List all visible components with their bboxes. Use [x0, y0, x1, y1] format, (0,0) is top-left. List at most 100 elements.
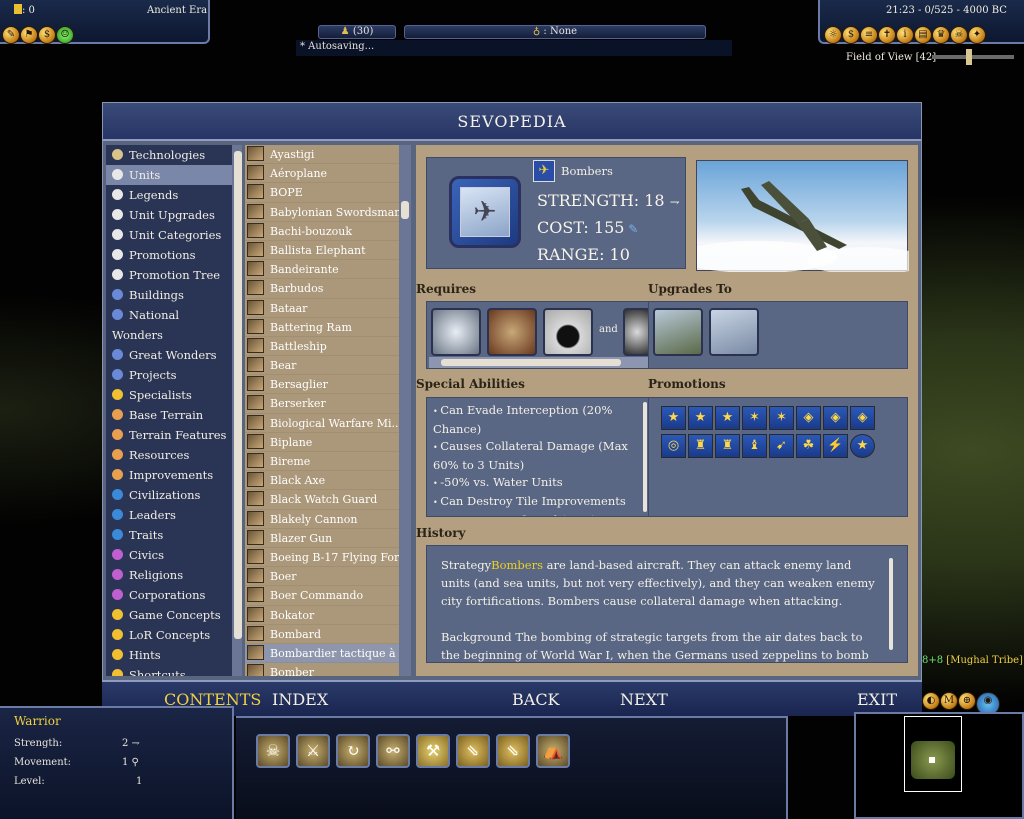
promotion-icon[interactable]: ★ [688, 406, 713, 430]
promotion-icon[interactable]: ★ [661, 406, 686, 430]
category-scroll-thumb[interactable] [234, 151, 242, 639]
upgrade-alt-icon[interactable]: ⇘ [496, 734, 530, 768]
unit-list-item[interactable]: Blazer Gun [245, 529, 399, 548]
category-civilizations[interactable]: Civilizations [106, 485, 232, 505]
bombers-link[interactable]: Bombers [491, 558, 543, 572]
grid-icon[interactable]: ⊕ [958, 692, 976, 710]
minimap-viewport[interactable] [904, 716, 962, 792]
category-hints[interactable]: Hints [106, 645, 232, 665]
history-scrollbar[interactable] [889, 558, 893, 650]
jet-engine-tech-icon[interactable] [431, 308, 481, 356]
diplomacy-icon[interactable]: ☺ [56, 26, 74, 44]
unit-list-item[interactable]: Bireme [245, 452, 399, 472]
score-toggle-icon[interactable]: M [940, 692, 958, 710]
sentry-icon[interactable]: ↻ [336, 734, 370, 768]
advisor-icon[interactable]: ✎ [2, 26, 20, 44]
promotion-icon[interactable]: ◈ [850, 406, 875, 430]
unit-list-item[interactable]: Berserker [245, 394, 399, 414]
unit-list-item[interactable]: Bombardier tactique à r... [245, 643, 399, 664]
unit-list-item[interactable]: Bataar [245, 299, 399, 318]
unit-list-item[interactable]: BOPE [245, 183, 399, 203]
unit-scroll-thumb[interactable] [401, 201, 409, 219]
research-status[interactable]: ♁ : None [404, 25, 706, 39]
unit-list-item[interactable]: Babylonian Swordsman [245, 203, 399, 222]
unit-list-item[interactable]: Boer [245, 567, 399, 587]
category-buildings[interactable]: Buildings [106, 285, 232, 305]
upgrade-icon[interactable]: ⇘ [456, 734, 490, 768]
exit-button[interactable]: EXIT [857, 690, 897, 709]
oil-resource-icon[interactable] [543, 308, 593, 356]
unit-list-item[interactable]: Bokator [245, 606, 399, 625]
promotion-icon[interactable]: ♜ [715, 434, 740, 458]
next-button[interactable]: NEXT [620, 690, 668, 709]
sevopedia-icon[interactable]: ▤ [914, 26, 932, 44]
unit-list-item[interactable]: Boeing B-17 Flying For... [245, 548, 399, 568]
unit-list-item[interactable]: Bombard [245, 625, 399, 644]
victory-icon[interactable]: ♛ [932, 26, 950, 44]
unit-list-item[interactable]: Ayastigi [245, 145, 399, 165]
explore-icon[interactable]: ⚯ [376, 734, 410, 768]
unit-scrollbar[interactable] [399, 145, 411, 676]
promotion-icon[interactable]: ☘ [796, 434, 821, 458]
disband-icon[interactable]: ⚔ [296, 734, 330, 768]
category-unit-upgrades[interactable]: Unit Upgrades [106, 205, 232, 225]
unit-list-item[interactable]: Barbudos [245, 279, 399, 299]
abilities-scrollbar[interactable] [643, 402, 647, 512]
stealth-bomber-upgrade-icon[interactable] [709, 308, 759, 356]
requires-scrollbar[interactable] [429, 357, 651, 368]
espionage-icon[interactable]: ☠ [950, 26, 968, 44]
promotion-icon[interactable]: ♝ [742, 434, 767, 458]
category-game-concepts[interactable]: Game Concepts [106, 605, 232, 625]
category-technologies[interactable]: Technologies [106, 145, 232, 165]
unit-list-item[interactable]: Bersaglier [245, 375, 399, 395]
category-promotion-tree[interactable]: Promotion Tree [106, 265, 232, 285]
category-wonders[interactable]: Wonders [106, 325, 232, 345]
promotion-icon[interactable]: ★ [850, 434, 875, 458]
info-icon[interactable]: i [896, 26, 914, 44]
promotion-icon[interactable]: ★ [715, 406, 740, 430]
category-religions[interactable]: Religions [106, 565, 232, 585]
unit-list-item[interactable]: Ballista Elephant [245, 241, 399, 261]
category-specialists[interactable]: Specialists [106, 385, 232, 405]
category-units[interactable]: Units [106, 165, 232, 185]
category-projects[interactable]: Projects [106, 365, 232, 385]
promotion-icon[interactable]: ✶ [769, 406, 794, 430]
category-resources[interactable]: Resources [106, 445, 232, 465]
category-shortcuts[interactable]: Shortcuts [106, 665, 232, 676]
unit-list-item[interactable]: Biological Warfare Mi... [245, 414, 399, 433]
unit-list-item[interactable]: Battering Ram [245, 318, 399, 337]
field-of-view-slider[interactable] [932, 55, 1014, 59]
requires-scroll-thumb[interactable] [441, 359, 621, 366]
category-civics[interactable]: Civics [106, 545, 232, 565]
finance-advisor-icon[interactable]: $ [842, 26, 860, 44]
domestic-icon[interactable]: ☼ [824, 26, 842, 44]
finance-icon[interactable]: $ [38, 26, 56, 44]
category-promotions[interactable]: Promotions [106, 245, 232, 265]
jet-bomber-upgrade-icon[interactable] [653, 308, 703, 356]
category-great-wonders[interactable]: Great Wonders [106, 345, 232, 365]
promotion-icon[interactable]: ◎ [661, 434, 686, 458]
minimap[interactable] [854, 712, 1024, 819]
unit-list-item[interactable]: Boer Commando [245, 586, 399, 606]
back-button[interactable]: BACK [512, 690, 560, 709]
instruments-tech-icon[interactable] [487, 308, 537, 356]
unit-list-item[interactable]: Black Axe [245, 471, 399, 491]
unit-list-item[interactable]: Bomber [245, 663, 399, 676]
category-improvements[interactable]: Improvements [106, 465, 232, 485]
category-base-terrain[interactable]: Base Terrain [106, 405, 232, 425]
unit-list-item[interactable]: Biplane [245, 433, 399, 452]
religion-icon[interactable]: ✝ [878, 26, 896, 44]
category-legends[interactable]: Legends [106, 185, 232, 205]
promotion-icon[interactable]: ◈ [796, 406, 821, 430]
category-national[interactable]: National [106, 305, 232, 325]
category-traits[interactable]: Traits [106, 525, 232, 545]
field-of-view-handle[interactable] [966, 49, 972, 65]
promotion-icon[interactable]: ◈ [823, 406, 848, 430]
unit-list-item[interactable]: Bear [245, 356, 399, 376]
index-button[interactable]: INDEX [272, 690, 328, 709]
promotion-icon[interactable]: ➹ [769, 434, 794, 458]
promotion-icon[interactable]: ♜ [688, 434, 713, 458]
military-icon[interactable]: ⚑ [20, 26, 38, 44]
category-scrollbar[interactable] [232, 145, 242, 676]
unit-list-item[interactable]: Bandeirante [245, 260, 399, 280]
